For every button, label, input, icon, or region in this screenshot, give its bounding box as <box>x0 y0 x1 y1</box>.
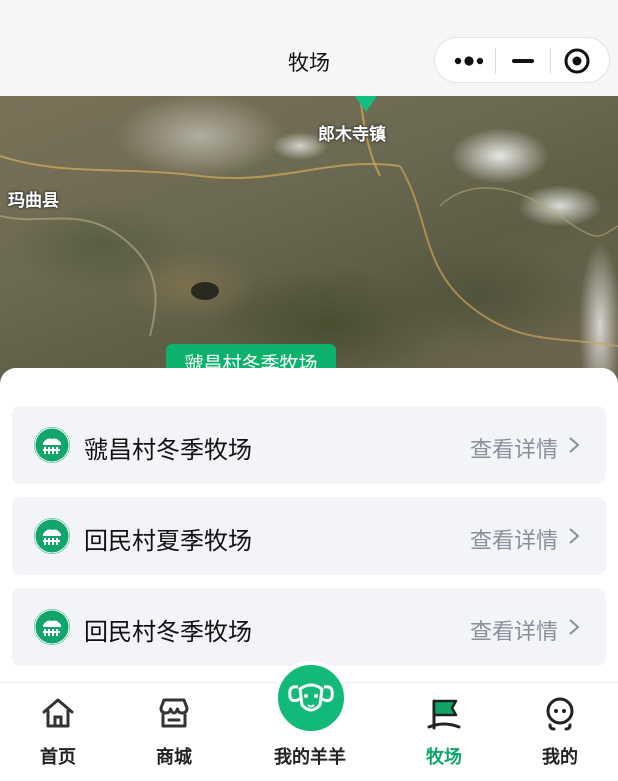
top-navbar: 牧场 <box>0 0 618 96</box>
pasture-list-sheet: 虢昌村冬季牧场 查看详情 回民村夏季牧场 查看详情 回民村冬季牧场 查看详情 <box>0 368 618 688</box>
pasture-badge-icon <box>34 518 70 554</box>
shop-icon <box>159 698 189 728</box>
pasture-name: 回民村冬季牧场 <box>84 618 252 646</box>
mini-program-capsule <box>434 37 610 83</box>
bottom-tab-bar: 首页 商城 我的羊羊 牧场 我的 <box>0 661 618 781</box>
target-circle-icon[interactable] <box>563 47 591 75</box>
map-pin-icon[interactable] <box>355 96 377 112</box>
home-icon <box>42 698 74 728</box>
tab-home[interactable]: 首页 <box>8 683 108 781</box>
pasture-card[interactable]: 虢昌村冬季牧场 查看详情 <box>12 406 606 484</box>
pasture-name: 回民村夏季牧场 <box>84 527 252 555</box>
map-label-county: 玛曲县 <box>8 191 59 211</box>
pasture-card[interactable]: 回民村夏季牧场 查看详情 <box>12 497 606 575</box>
view-details-link[interactable]: 查看详情 <box>470 432 558 464</box>
tab-label: 首页 <box>40 747 76 768</box>
tab-label: 我的羊羊 <box>274 747 346 768</box>
map-label-town: 郎木寺镇 <box>318 125 386 145</box>
tab-label: 商城 <box>156 747 192 768</box>
tab-mine[interactable]: 我的 <box>510 683 610 781</box>
center-action-button[interactable] <box>274 661 348 735</box>
view-details-link[interactable]: 查看详情 <box>470 523 558 555</box>
pasture-badge-icon <box>34 427 70 463</box>
tab-label: 牧场 <box>426 747 462 768</box>
chevron-right-icon <box>569 528 580 544</box>
pasture-name: 虢昌村冬季牧场 <box>84 436 252 464</box>
chevron-right-icon <box>569 619 580 635</box>
user-face-icon <box>546 697 574 731</box>
tab-pasture[interactable]: 牧场 <box>394 683 494 781</box>
ram-head-icon <box>288 683 334 712</box>
minimize-icon[interactable] <box>508 50 538 72</box>
pasture-flag-icon <box>427 699 461 730</box>
tab-shop[interactable]: 商城 <box>124 683 224 781</box>
more-dots-icon[interactable] <box>451 50 491 72</box>
view-details-link[interactable]: 查看详情 <box>470 614 558 646</box>
tab-label: 我的 <box>542 747 578 768</box>
pasture-badge-icon <box>34 609 70 645</box>
tab-my-sheep[interactable]: 我的羊羊 <box>270 653 350 781</box>
chevron-right-icon <box>569 437 580 453</box>
